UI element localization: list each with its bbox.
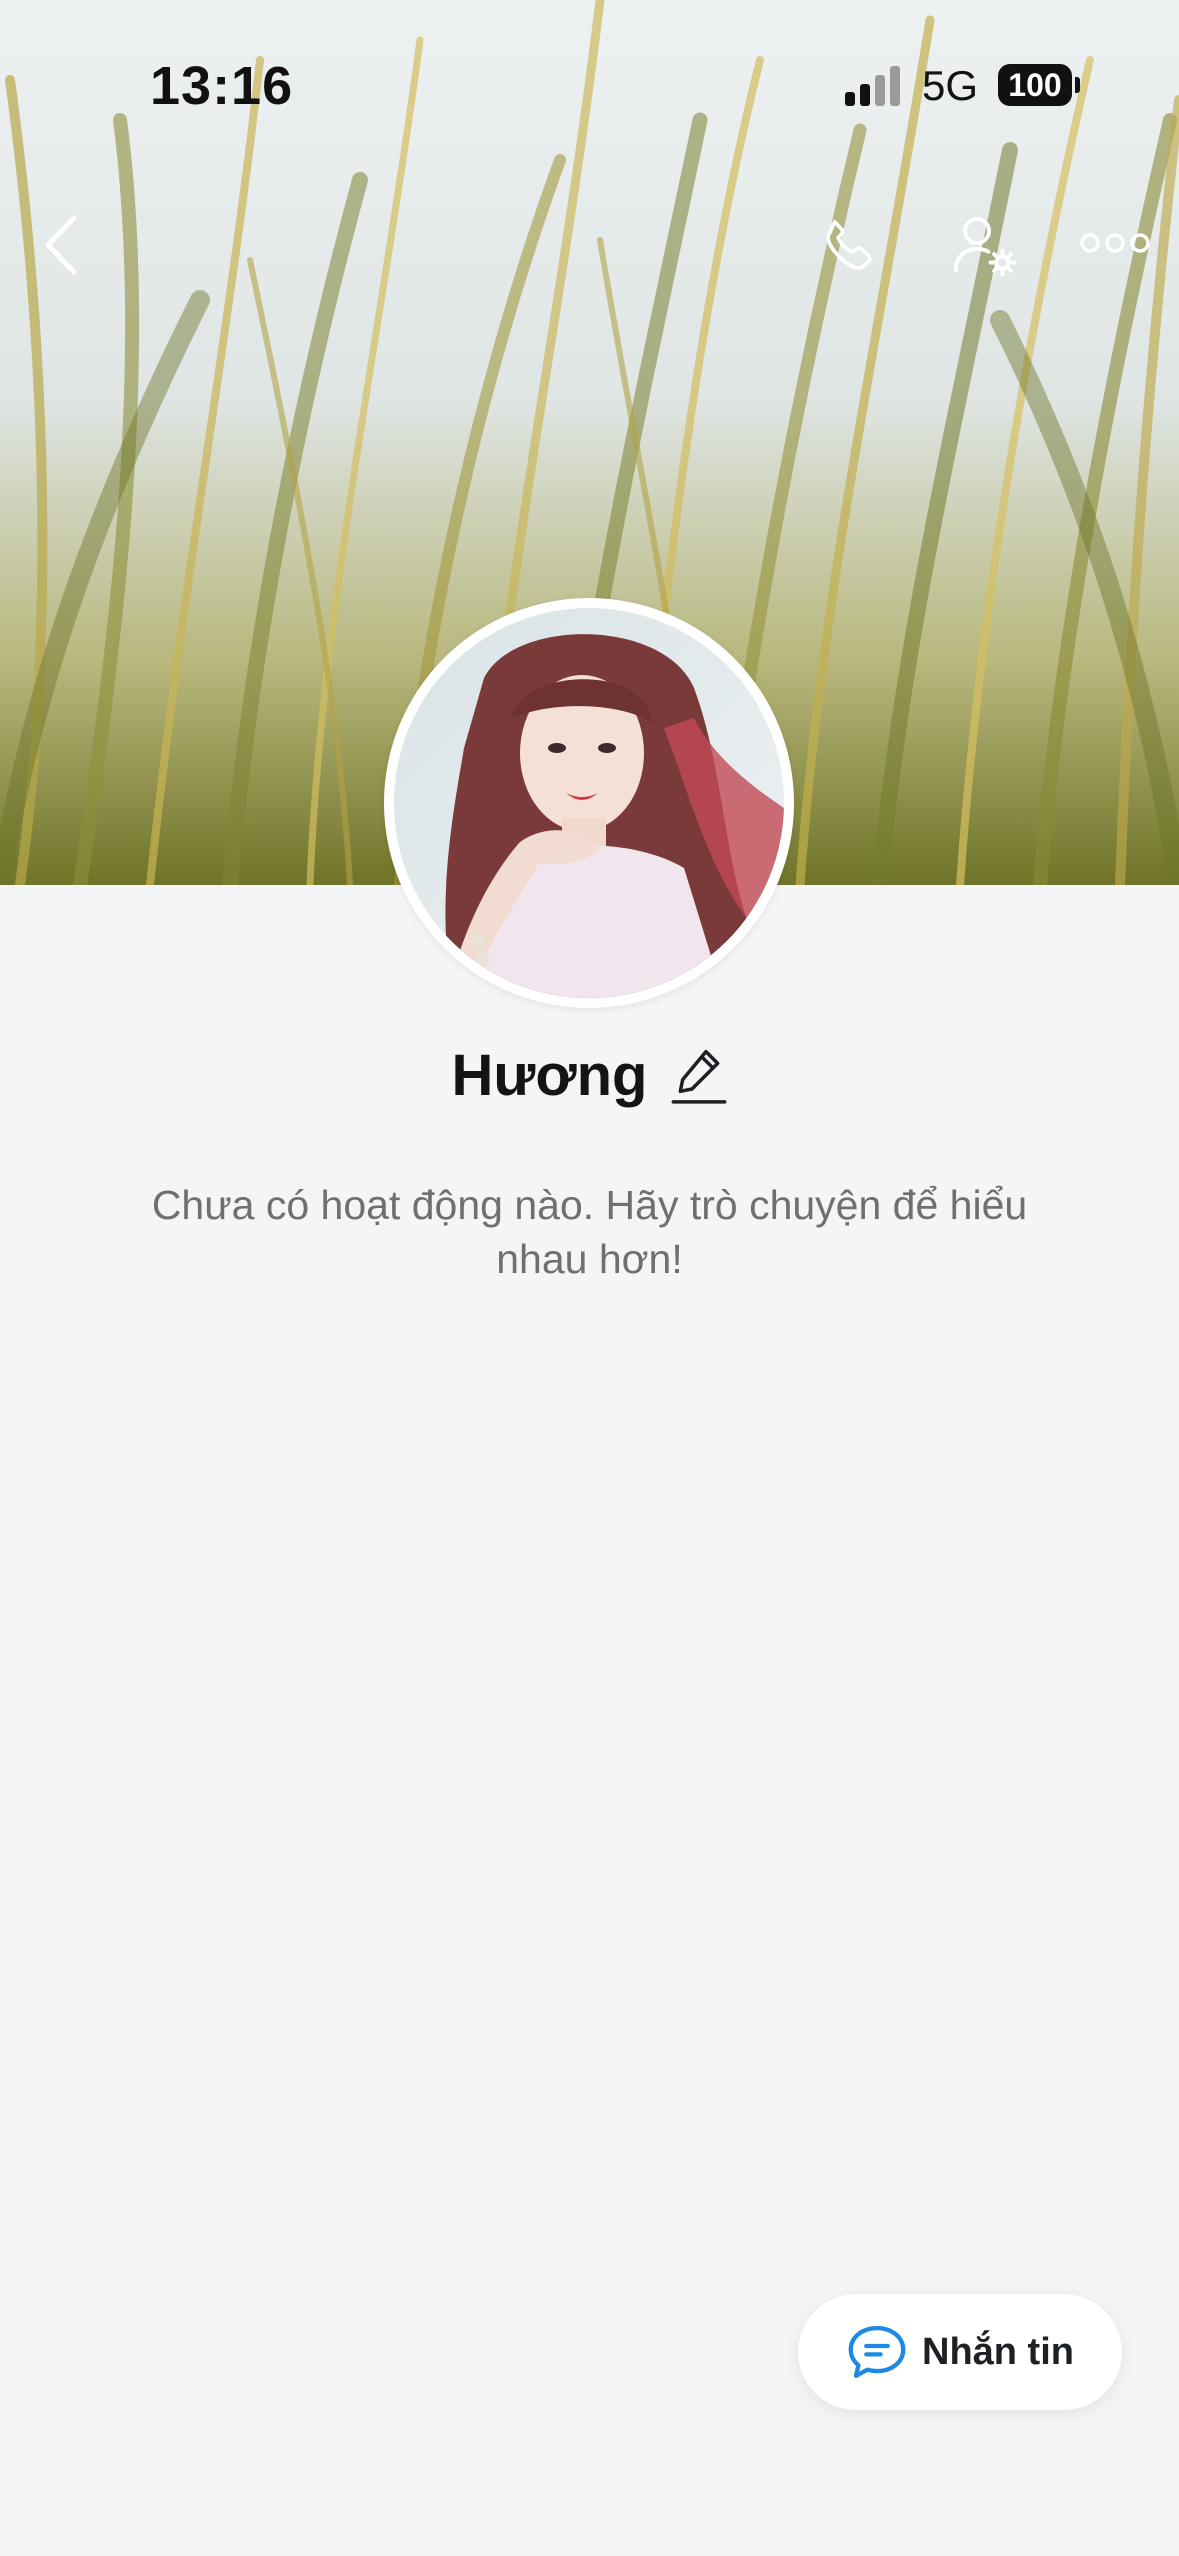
profile-name: Hương	[451, 1042, 648, 1108]
phone-icon[interactable]	[816, 212, 884, 280]
status-bar: 13:16 5G 100	[0, 0, 1179, 170]
pencil-icon[interactable]	[671, 1044, 727, 1106]
cellular-signal-icon	[845, 66, 900, 106]
user-settings-icon[interactable]	[950, 210, 1022, 282]
battery-indicator: 100	[998, 64, 1072, 106]
more-dots-icon[interactable]	[1080, 228, 1150, 258]
network-type: 5G	[922, 62, 979, 109]
avatar-photo	[394, 608, 784, 998]
send-message-button[interactable]: Nhắn tin	[798, 2294, 1122, 2410]
status-time: 13:16	[150, 56, 294, 116]
chat-bubble-icon	[848, 2326, 906, 2378]
profile-name-row: Hương	[0, 1030, 1179, 1120]
battery-tip	[1075, 77, 1080, 93]
send-message-label: Nhắn tin	[922, 2330, 1074, 2373]
battery-level: 100	[1008, 67, 1062, 103]
chevron-left-icon[interactable]	[38, 212, 88, 278]
profile-avatar[interactable]	[384, 598, 794, 1008]
empty-activity-message: Chưa có hoạt động nào. Hãy trò chuyện để…	[151, 1182, 1028, 1282]
